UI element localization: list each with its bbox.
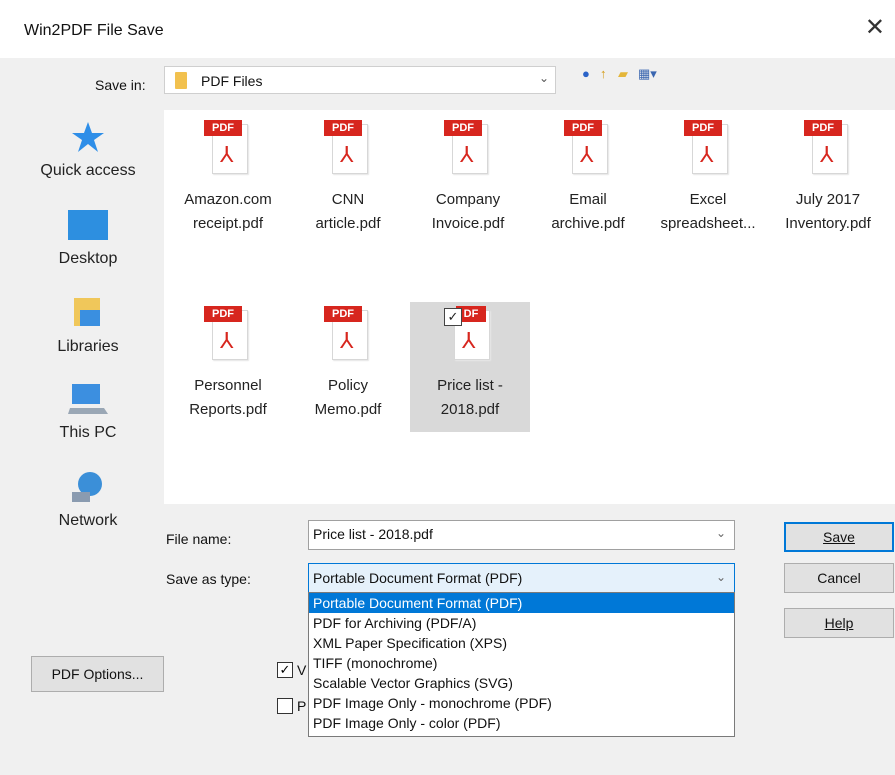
help-label: Help [824,615,854,631]
file-name: Excel spreadsheet... [660,191,756,232]
file-list[interactable]: PDF ⅄ Amazon.com receipt.pdf PDF ⅄ CNN art… [164,110,895,504]
file-save-dialog: Win2PDF File Save ✕ Save in: PDF Files ⌄… [0,0,895,775]
view-menu-icon[interactable]: ▦▾ [638,66,657,82]
cancel-label: Cancel [817,570,861,586]
pdf-file-icon: PDF ⅄ [204,306,252,362]
chevron-down-icon[interactable]: ⌄ [716,526,726,540]
place-label: Network [58,512,118,529]
pdf-options-button[interactable]: PDF Options... [31,656,164,692]
option-checkbox-2-label: P [297,698,307,714]
libraries-icon [74,298,100,326]
title-bar: Win2PDF File Save ✕ [0,0,895,58]
file-name-field[interactable]: Price list - 2018.pdf ⌄ [308,520,735,550]
desktop-icon [68,210,108,240]
save-in-value: PDF Files [201,73,263,89]
chevron-down-icon: ⌄ [538,71,549,85]
place-label: Quick access [40,162,136,179]
file-name: Policy Memo.pdf [314,377,382,418]
place-quick-access[interactable]: Quick access [20,120,156,180]
pdf-file-icon: PDF ⅄ [204,120,252,176]
computer-icon [68,384,108,414]
back-icon[interactable]: ● [582,66,590,81]
place-network[interactable]: Network [20,470,156,530]
file-name: July 2017 Inventory.pdf [785,191,871,232]
help-button[interactable]: Help [784,608,894,638]
window-title: Win2PDF File Save [24,22,164,39]
close-icon[interactable]: ✕ [865,16,885,40]
place-label: Desktop [58,250,118,267]
type-option[interactable]: Portable Document Format (PDF) [309,593,734,613]
file-name-label: File name: [166,531,232,547]
option-checkbox-2[interactable] [277,698,293,714]
place-libraries[interactable]: Libraries [20,296,156,356]
pdf-file-icon: PDF ⅄ [324,120,372,176]
file-item[interactable]: PDF ⅄ Company Invoice.pdf [408,120,528,236]
place-label: This PC [59,424,117,441]
file-name: Amazon.com receipt.pdf [184,191,272,232]
chevron-down-icon: ⌄ [715,570,726,584]
file-name: CNN article.pdf [315,191,381,232]
place-this-pc[interactable]: This PC [20,382,156,442]
pdf-file-icon: PDF ⅄ [324,306,372,362]
star-icon [72,122,104,152]
save-in-label: Save in: [95,77,146,93]
up-folder-icon[interactable]: ↑ [600,66,607,81]
cancel-button[interactable]: Cancel [784,563,894,593]
places-bar: Quick access Desktop Libraries This PC N… [20,110,156,630]
place-desktop[interactable]: Desktop [20,208,156,268]
pdf-file-icon: PDF ⅄ [564,120,612,176]
save-in-dropdown[interactable]: PDF Files ⌄ [164,66,556,94]
type-option[interactable]: TIFF (monochrome) [309,653,734,673]
file-item-selected[interactable]: DF ⅄ ✓ Price list -2018.pdf [410,302,530,432]
file-item[interactable]: PDF ⅄ Policy Memo.pdf [288,306,408,422]
save-as-type-label: Save as type: [166,571,251,587]
file-item[interactable]: PDF ⅄ Amazon.com receipt.pdf [168,120,288,236]
save-button[interactable]: Save [784,522,894,552]
file-item[interactable]: PDF ⅄ Excel spreadsheet... [648,120,768,236]
type-option[interactable]: PDF Image Only - color (PDF) [309,713,734,733]
save-as-type-select[interactable]: Portable Document Format (PDF) ⌄ [308,563,735,593]
file-name-value: Price list - 2018.pdf [313,526,433,542]
save-as-type-options: Portable Document Format (PDF) PDF for A… [308,592,735,737]
type-option[interactable]: Scalable Vector Graphics (SVG) [309,673,734,693]
file-item[interactable]: PDF ⅄ July 2017 Inventory.pdf [768,120,888,236]
option-checkbox-1-label: V [297,662,307,678]
network-icon [72,472,102,502]
pdf-options-label: PDF Options... [51,666,144,682]
save-label: Save [823,529,855,545]
type-option[interactable]: PDF for Archiving (PDF/A) [309,613,734,633]
pdf-file-icon: PDF ⅄ [444,120,492,176]
file-item[interactable]: PDF ⅄ Email archive.pdf [528,120,648,236]
pdf-file-icon: PDF ⅄ [804,120,852,176]
file-item[interactable]: PDF ⅄ CNN article.pdf [288,120,408,236]
pdf-file-icon: DF ⅄ ✓ [444,306,494,362]
file-item[interactable]: PDF ⅄ Personnel Reports.pdf [168,306,288,422]
file-name: Price list -2018.pdf [437,377,503,418]
folder-icon [175,72,187,89]
new-folder-icon[interactable]: ▰ [618,66,628,82]
option-checkbox-1[interactable]: ✓ [277,662,293,678]
type-option[interactable]: XML Paper Specification (XPS) [309,633,734,653]
pdf-file-icon: PDF ⅄ [684,120,732,176]
file-name: Personnel Reports.pdf [189,377,267,418]
file-name: Company Invoice.pdf [431,191,505,232]
file-name: Email archive.pdf [551,191,625,232]
type-option[interactable]: PDF Image Only - monochrome (PDF) [309,693,734,713]
place-label: Libraries [57,338,119,355]
selection-checkbox-icon[interactable]: ✓ [444,308,462,326]
save-as-type-value: Portable Document Format (PDF) [313,570,523,586]
